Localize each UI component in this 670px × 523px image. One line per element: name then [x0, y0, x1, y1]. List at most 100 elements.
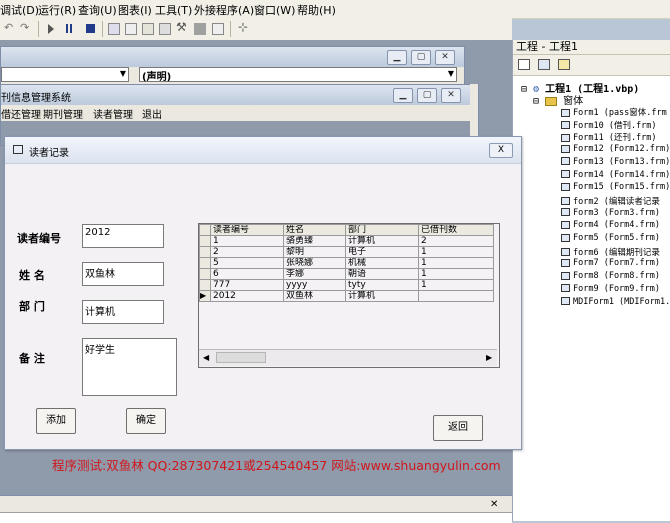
back-button[interactable]: 返回 [433, 415, 483, 441]
project-form-item[interactable]: Form8 (Form8.frm) [561, 271, 660, 281]
maximize-icon[interactable]: ▢ [411, 50, 431, 65]
row-header[interactable] [199, 246, 211, 258]
table-cell[interactable]: 骆勇臻 [283, 235, 346, 247]
project-form-item[interactable]: Form13 (Form13.frm) [561, 157, 670, 167]
form-layout-icon[interactable] [142, 23, 154, 35]
project-form-item[interactable]: form6 (编辑期刊记录 [561, 246, 660, 258]
project-form-item[interactable]: Form14 (Form14.frm) [561, 170, 670, 180]
close-icon[interactable]: ✕ [441, 88, 461, 103]
table-cell[interactable]: tyty [345, 279, 419, 291]
undo-icon[interactable]: ↶ [4, 21, 16, 34]
table-cell[interactable]: 2 [210, 246, 284, 258]
redo-icon[interactable]: ↷ [20, 21, 32, 34]
name-input[interactable]: 双鱼林 [82, 262, 164, 286]
table-cell[interactable]: 1 [418, 268, 494, 280]
minimize-icon[interactable]: ▁ [387, 50, 407, 65]
add-button[interactable]: 添加 [36, 408, 76, 434]
table-row[interactable]: 6 李娜 朝语 1 [199, 268, 494, 280]
table-cell[interactable]: 5 [210, 257, 284, 269]
toolbox-icon[interactable]: ⚒ [176, 20, 188, 34]
stop-icon[interactable] [86, 24, 95, 33]
reader-data-grid[interactable]: 读者编号 姓名 部门 已借刊数 1 骆勇臻 计算机 2 2 黎明 电子 1 5 张晓娜 机械 1 6 李娜… [198, 223, 500, 368]
horizontal-scrollbar[interactable]: ◀ ▶ [199, 349, 497, 366]
table-row[interactable]: 5 张晓娜 机械 1 [199, 257, 494, 269]
menu-periodical-manage[interactable]: 期刊管理 [43, 106, 83, 121]
data-view-icon[interactable] [194, 23, 206, 35]
row-header[interactable] [199, 279, 211, 291]
table-cell[interactable]: 1 [210, 235, 284, 247]
collapse-icon[interactable]: ⊟ [533, 96, 539, 107]
table-cell[interactable]: 张晓娜 [283, 257, 346, 269]
table-cell[interactable]: 6 [210, 268, 284, 280]
project-form-item[interactable]: Form12 (Form12.frm) [561, 144, 670, 154]
run-icon[interactable] [48, 24, 54, 34]
project-form-item[interactable]: Form11 (还刊.frm) [561, 131, 657, 143]
table-cell[interactable]: 黎明 [283, 246, 346, 258]
table-cell[interactable]: yyyy [283, 279, 346, 291]
collapse-icon[interactable]: ⊟ [521, 84, 527, 95]
forms-folder[interactable]: ⊟ 窗体 [533, 92, 583, 107]
table-row[interactable]: ▶ 2012 双鱼林 计算机 [199, 290, 494, 302]
table-cell[interactable]: 计算机 [345, 290, 419, 302]
minimize-icon[interactable]: ▁ [393, 88, 413, 103]
project-form-item[interactable]: Form1 (pass窗体.frm [561, 106, 667, 118]
table-cell[interactable]: 李娜 [283, 268, 346, 280]
table-cell[interactable]: 1 [418, 246, 494, 258]
project-form-item[interactable]: Form7 (Form7.frm) [561, 258, 660, 268]
project-form-item[interactable]: MDIForm1 (MDIForm1. [561, 297, 670, 307]
table-cell[interactable]: 双鱼林 [283, 290, 346, 302]
column-header[interactable]: 读者编号 [210, 224, 284, 236]
menu-reader-manage[interactable]: 读者管理 [93, 106, 133, 121]
chevron-down-icon[interactable]: ▼ [448, 69, 454, 78]
reader-id-input[interactable]: 2012 [82, 224, 164, 248]
close-icon[interactable]: ✕ [490, 499, 498, 510]
project-form-item[interactable]: Form4 (Form4.frm) [561, 220, 660, 230]
menu-run[interactable]: 运行(R) [38, 2, 76, 18]
row-header[interactable]: ▶ [199, 290, 211, 302]
menu-query[interactable]: 查询(U) [78, 2, 117, 18]
maximize-icon[interactable]: ▢ [417, 88, 437, 103]
table-row[interactable]: 2 黎明 电子 1 [199, 246, 494, 258]
table-cell[interactable]: 777 [210, 279, 284, 291]
column-header[interactable]: 已借刊数 [418, 224, 494, 236]
project-form-item[interactable]: Form9 (Form9.frm) [561, 284, 660, 294]
menu-chart[interactable]: 图表(I) [118, 2, 152, 18]
menu-help[interactable]: 帮助(H) [297, 2, 336, 18]
project-explorer-icon[interactable] [108, 23, 120, 35]
scroll-left-icon[interactable]: ◀ [203, 353, 209, 362]
row-header[interactable] [199, 257, 211, 269]
table-cell[interactable]: 机械 [345, 257, 419, 269]
project-form-item[interactable]: Form3 (Form3.frm) [561, 208, 660, 218]
menu-window[interactable]: 窗口(W) [254, 2, 295, 18]
row-header[interactable] [199, 235, 211, 247]
close-icon[interactable]: ✕ [435, 50, 455, 65]
procedure-combo[interactable]: (声明) ▼ [139, 67, 457, 83]
confirm-button[interactable]: 确定 [126, 408, 166, 434]
pause-icon[interactable] [66, 24, 68, 33]
menu-tools[interactable]: 工具(T) [155, 2, 192, 18]
table-row[interactable]: 1 骆勇臻 计算机 2 [199, 235, 494, 247]
properties-icon[interactable] [125, 23, 137, 35]
menu-addins[interactable]: 外接程序(A) [194, 2, 254, 18]
menu-debug[interactable]: 调试(D) [0, 2, 39, 18]
object-combo[interactable]: ▼ [1, 67, 129, 82]
note-textarea[interactable]: 好学生 [82, 338, 177, 396]
table-cell[interactable]: 计算机 [345, 235, 419, 247]
project-form-item[interactable]: form2 (编辑读者记录 [561, 195, 660, 207]
view-code-icon[interactable] [518, 59, 530, 70]
table-cell[interactable]: 2 [418, 235, 494, 247]
menu-exit[interactable]: 退出 [142, 106, 162, 121]
row-header[interactable] [199, 268, 211, 280]
view-object-icon[interactable] [538, 59, 550, 70]
table-cell[interactable]: 电子 [345, 246, 419, 258]
table-cell[interactable]: 朝语 [345, 268, 419, 280]
table-cell[interactable] [418, 290, 494, 302]
menu-borrow-return[interactable]: 借还管理 [1, 106, 41, 121]
visual-component-icon[interactable] [212, 23, 224, 35]
table-cell[interactable]: 1 [418, 279, 494, 291]
project-form-item[interactable]: Form15 (Form15.frm) [561, 182, 670, 192]
toggle-folders-icon[interactable] [558, 59, 570, 70]
table-cell[interactable]: 2012 [210, 290, 284, 302]
scroll-right-icon[interactable]: ▶ [486, 353, 492, 362]
chevron-down-icon[interactable]: ▼ [120, 69, 126, 78]
